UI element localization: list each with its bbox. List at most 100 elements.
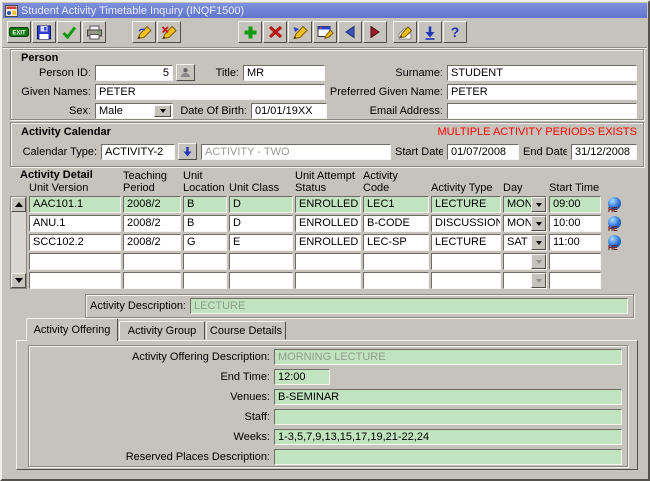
cell-unit-location[interactable]: B xyxy=(183,215,227,232)
start-date-field[interactable]: 01/07/2008 xyxy=(447,144,519,160)
pencil-icon xyxy=(136,25,152,39)
cell-unit-class[interactable] xyxy=(229,253,293,270)
cell-unit-version[interactable]: SCC102.2 xyxy=(29,234,121,251)
clear-form-button[interactable] xyxy=(132,21,156,43)
cell-activity-type[interactable]: LECTURE xyxy=(431,196,501,213)
cell-status[interactable]: ENROLLED xyxy=(295,215,361,232)
list-of-values-button[interactable] xyxy=(418,21,442,43)
table-row[interactable]: ANU.1 2008/2 B D ENROLLED B-CODE DISCUSS… xyxy=(29,215,601,232)
cell-status[interactable]: ENROLLED xyxy=(295,196,361,213)
cell-unit-version[interactable]: ANU.1 xyxy=(29,215,121,232)
cell-teaching-period[interactable] xyxy=(123,253,181,270)
he-indicator-icon[interactable]: HE xyxy=(606,216,624,235)
end-date-field[interactable]: 31/12/2008 xyxy=(571,144,637,160)
day-dropdown-arrow[interactable] xyxy=(531,216,546,231)
cell-status[interactable]: ENROLLED xyxy=(295,234,361,251)
clear-record-button[interactable] xyxy=(288,21,312,43)
cell-status[interactable] xyxy=(295,272,361,289)
calendar-type-lov-button[interactable] xyxy=(178,143,197,160)
duplicate-record-button[interactable] xyxy=(313,21,337,43)
date-of-birth-field[interactable]: 01/01/19XX xyxy=(251,103,327,119)
cell-status[interactable] xyxy=(295,253,361,270)
svg-text:EXIT: EXIT xyxy=(12,31,26,37)
cell-unit-version[interactable]: AAC101.1 xyxy=(29,196,121,213)
cell-unit-class[interactable]: E xyxy=(229,234,293,251)
scroll-up-button[interactable] xyxy=(11,197,26,212)
surname-field[interactable]: STUDENT xyxy=(447,65,637,81)
exit-button[interactable]: EXIT xyxy=(7,21,31,43)
previous-record-button[interactable] xyxy=(338,21,362,43)
scroll-down-button[interactable] xyxy=(11,273,26,288)
detail-scrollbar[interactable] xyxy=(10,196,27,289)
table-row-empty[interactable] xyxy=(29,272,601,289)
svg-text:?: ? xyxy=(451,24,460,40)
cell-teaching-period[interactable]: 2008/2 xyxy=(123,234,181,251)
edit-button[interactable] xyxy=(393,21,417,43)
he-indicator-icon[interactable]: HE xyxy=(606,235,624,254)
day-dropdown-arrow[interactable] xyxy=(531,235,546,250)
cell-start-time[interactable] xyxy=(549,253,601,270)
cell-unit-version[interactable] xyxy=(29,272,121,289)
print-button[interactable] xyxy=(82,21,106,43)
next-record-button[interactable] xyxy=(363,21,387,43)
cell-day[interactable] xyxy=(503,272,547,289)
sex-combobox[interactable]: Male xyxy=(95,103,173,119)
cell-start-time[interactable]: 09:00 xyxy=(549,196,601,213)
cell-teaching-period[interactable]: 2008/2 xyxy=(123,196,181,213)
cell-activity-code[interactable]: B-CODE xyxy=(363,215,429,232)
cell-activity-type[interactable]: LECTURE xyxy=(431,234,501,251)
insert-record-button[interactable] xyxy=(238,21,262,43)
cell-day[interactable]: SAT xyxy=(503,234,547,251)
email-address-field[interactable] xyxy=(447,103,637,119)
cell-activity-code[interactable] xyxy=(363,272,429,289)
cell-unit-location[interactable] xyxy=(183,272,227,289)
end-time-label: End Time: xyxy=(220,371,270,383)
person-lookup-button[interactable] xyxy=(176,64,195,81)
tab-course-details[interactable]: Course Details xyxy=(206,321,286,340)
cell-unit-version[interactable] xyxy=(29,253,121,270)
person-id-field[interactable]: 5 xyxy=(95,65,173,81)
table-row[interactable]: AAC101.1 2008/2 B D ENROLLED LEC1 LECTUR… xyxy=(29,196,601,213)
cell-unit-class[interactable]: D xyxy=(229,215,293,232)
cell-unit-class[interactable]: D xyxy=(229,196,293,213)
title-bar: Student Activity Timetable Inquiry (INQF… xyxy=(3,3,647,18)
day-dropdown-arrow[interactable] xyxy=(531,197,546,212)
given-names-field[interactable]: PETER xyxy=(95,84,325,100)
cell-activity-code[interactable]: LEC1 xyxy=(363,196,429,213)
cell-start-time[interactable]: 10:00 xyxy=(549,215,601,232)
title-field[interactable]: MR xyxy=(243,65,325,81)
delete-record-button[interactable] xyxy=(263,21,287,43)
activity-detail-section-label: Activity Detail xyxy=(20,169,93,181)
cell-activity-type[interactable]: DISCUSSION xyxy=(431,215,501,232)
cell-activity-type[interactable] xyxy=(431,272,501,289)
tab-activity-group[interactable]: Activity Group xyxy=(119,321,205,340)
cell-unit-location[interactable] xyxy=(183,253,227,270)
cell-start-time[interactable] xyxy=(549,272,601,289)
sex-dropdown-arrow[interactable] xyxy=(154,105,171,117)
help-button[interactable]: ? xyxy=(443,21,467,43)
activity-description-field: LECTURE xyxy=(190,298,628,314)
table-row[interactable]: SCC102.2 2008/2 G E ENROLLED LEC-SP LECT… xyxy=(29,234,601,251)
cell-start-time[interactable]: 11:00 xyxy=(549,234,601,251)
cell-day[interactable] xyxy=(503,253,547,270)
cell-teaching-period[interactable] xyxy=(123,272,181,289)
email-address-label: Email Address: xyxy=(369,105,443,117)
calendar-type-field[interactable]: ACTIVITY-2 xyxy=(101,144,175,160)
cell-unit-location[interactable]: B xyxy=(183,196,227,213)
day-dropdown-arrow xyxy=(531,254,546,269)
cell-activity-code[interactable]: LEC-SP xyxy=(363,234,429,251)
cell-unit-location[interactable]: G xyxy=(183,234,227,251)
cell-unit-class[interactable] xyxy=(229,272,293,289)
accept-button[interactable] xyxy=(57,21,81,43)
cell-activity-type[interactable] xyxy=(431,253,501,270)
save-button[interactable] xyxy=(32,21,56,43)
table-row-empty[interactable] xyxy=(29,253,601,270)
preferred-given-name-field[interactable]: PETER xyxy=(447,84,637,100)
he-indicator-icon[interactable]: HE xyxy=(606,197,624,216)
cell-day[interactable]: MON xyxy=(503,215,547,232)
tab-activity-offering[interactable]: Activity Offering xyxy=(26,318,118,341)
cell-activity-code[interactable] xyxy=(363,253,429,270)
cell-day[interactable]: MON xyxy=(503,196,547,213)
cell-teaching-period[interactable]: 2008/2 xyxy=(123,215,181,232)
clear-block-button[interactable] xyxy=(157,21,181,43)
